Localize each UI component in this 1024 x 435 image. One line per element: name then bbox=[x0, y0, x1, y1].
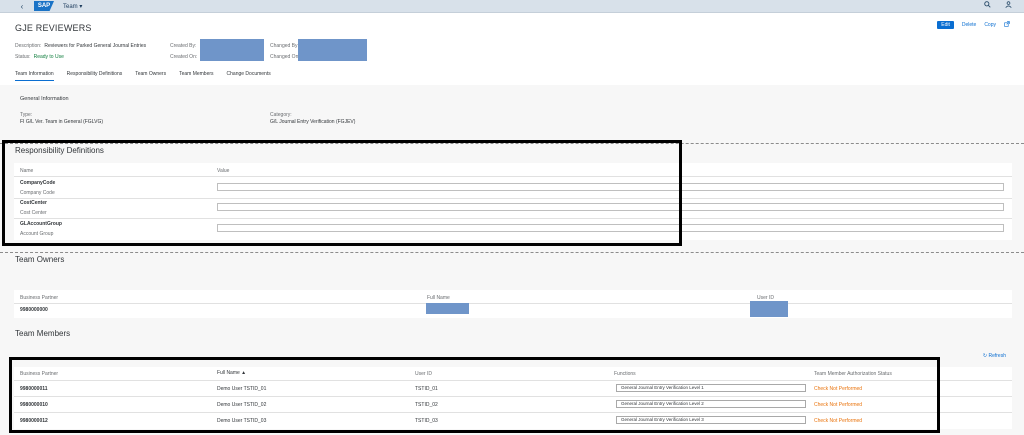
section-divider bbox=[0, 252, 1024, 253]
description-value: Reviewers for Parked General Journal Ent… bbox=[44, 43, 147, 49]
app-title-menu[interactable]: Team ▾ bbox=[63, 3, 82, 10]
page-title: GJE REVIEWERS bbox=[15, 23, 92, 33]
status-field: Status: Ready to Use bbox=[15, 54, 64, 60]
changed-on-label: Changed On: bbox=[270, 54, 300, 60]
team-owners-title: Team Owners bbox=[15, 255, 65, 264]
header-actions: Edit Delete Copy bbox=[937, 21, 1010, 29]
team-members-title: Team Members bbox=[15, 329, 71, 338]
redacted-changed-info bbox=[298, 39, 367, 61]
tab-change-documents[interactable]: Change Documents bbox=[227, 71, 271, 81]
owners-col-bp: Business Partner bbox=[20, 295, 59, 301]
section-tabs: Team Information Responsibility Definiti… bbox=[15, 71, 271, 81]
changed-by-label: Changed By: bbox=[270, 43, 299, 49]
edit-button[interactable]: Edit bbox=[937, 21, 954, 29]
description-label: Description: bbox=[15, 43, 42, 49]
highlight-frame bbox=[9, 357, 940, 433]
redacted-created-info bbox=[200, 39, 264, 61]
search-icon[interactable] bbox=[984, 1, 991, 10]
sap-logo[interactable]: SAP bbox=[34, 1, 54, 11]
owners-table bbox=[14, 290, 1012, 318]
created-on-label: Created On: bbox=[170, 54, 198, 60]
back-icon[interactable]: ‹ bbox=[16, 2, 28, 11]
refresh-label: Refresh bbox=[988, 353, 1006, 359]
owner-bp: 9980000000 bbox=[20, 307, 48, 313]
row-divider bbox=[14, 303, 1012, 304]
category-value: G/L Journal Entry Verification (FGJEV) bbox=[270, 119, 356, 125]
redacted-owner-user bbox=[750, 301, 788, 317]
created-by-label: Created By: bbox=[170, 43, 197, 49]
tab-team-members[interactable]: Team Members bbox=[179, 71, 213, 81]
status-label: Status: bbox=[15, 54, 31, 60]
refresh-button[interactable]: ↻ Refresh bbox=[983, 353, 1006, 359]
general-info-title: General Information bbox=[20, 96, 69, 102]
description-field: Description: Reviewers for Parked General… bbox=[15, 43, 146, 49]
delete-button[interactable]: Delete bbox=[962, 22, 976, 28]
object-header: GJE REVIEWERS Edit Delete Copy Descripti… bbox=[0, 13, 1024, 85]
share-icon[interactable] bbox=[1004, 21, 1010, 29]
status-value: Ready to Use bbox=[33, 54, 64, 60]
tab-team-owners[interactable]: Team Owners bbox=[135, 71, 166, 81]
tab-responsibility-definitions[interactable]: Responsibility Definitions bbox=[67, 71, 123, 81]
redacted-owner-name bbox=[426, 303, 469, 314]
category-label: Category: bbox=[270, 112, 292, 118]
copy-button[interactable]: Copy bbox=[984, 22, 996, 28]
shell-bar: ‹ SAP Team ▾ bbox=[0, 0, 1024, 13]
owners-col-name: Full Name bbox=[427, 295, 450, 301]
highlight-frame bbox=[2, 140, 682, 246]
user-icon[interactable] bbox=[1005, 1, 1012, 10]
tab-team-information[interactable]: Team Information bbox=[15, 71, 54, 81]
refresh-icon: ↻ bbox=[982, 353, 988, 359]
type-label: Type: bbox=[20, 112, 33, 118]
type-value: FI G/L Ver. Team in General (FGLVG) bbox=[20, 119, 103, 125]
